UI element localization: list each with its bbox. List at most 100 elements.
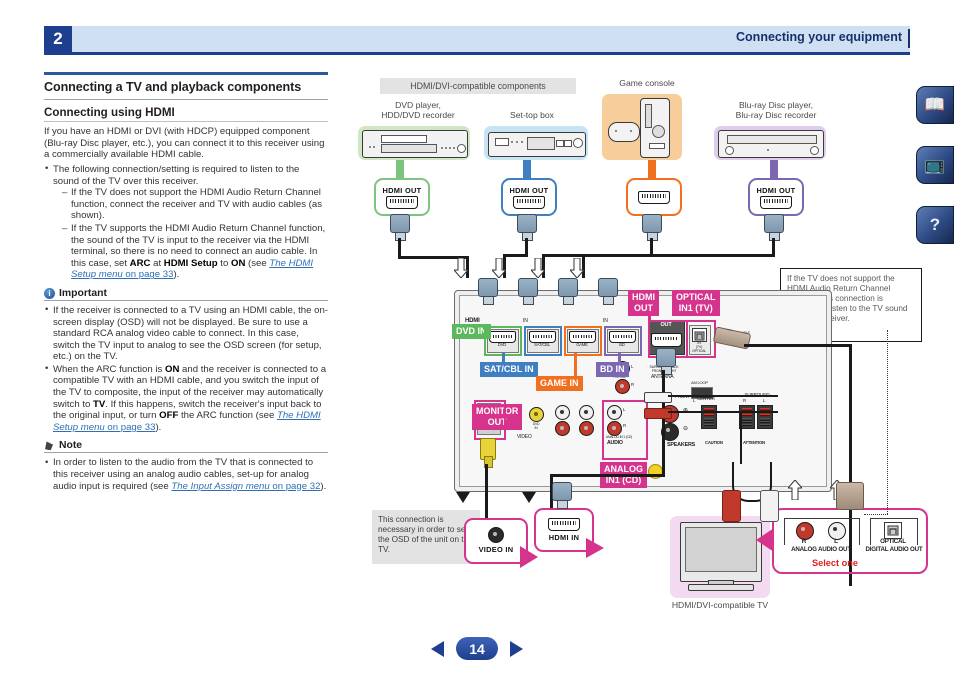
bullet-text: The following connection/setting is requ… — [53, 163, 300, 187]
stem — [648, 160, 656, 178]
callout-tv-hdmi-in: HDMI IN — [534, 508, 594, 552]
sidebar-item-manual[interactable]: 📖 — [916, 86, 954, 124]
audio-jack-r — [555, 421, 570, 436]
down-arrow-icon — [522, 492, 536, 503]
hdmi-plug — [517, 214, 537, 241]
note-heading: Note — [44, 440, 328, 451]
highlight-bd-port — [604, 326, 642, 356]
hdmi-plug — [478, 278, 498, 305]
hdmi-port-icon — [513, 195, 545, 209]
bold-arc: ARC — [129, 257, 151, 269]
insert-arrow-icon — [452, 257, 470, 279]
optical-plug-tv — [836, 482, 864, 510]
analog-cable — [668, 411, 778, 414]
panel-label-center: CENTER — [697, 396, 715, 401]
section-underline — [44, 99, 328, 101]
bold-on: ON — [230, 257, 246, 269]
hdmi-plug — [390, 214, 410, 241]
select-one-note: Select one — [812, 558, 858, 568]
device-game-console — [640, 98, 670, 158]
intro-paragraph: If you have an HDMI or DVI (with HDCP) e… — [44, 126, 325, 161]
tv-caption: HDMI/DVI-compatible TV — [671, 600, 769, 610]
connection-diagram: HDMI/DVI-compatible components DVD playe… — [336, 72, 928, 632]
remote-and-tv-icon: 📺 — [924, 155, 946, 174]
hdmi-plug — [598, 278, 618, 305]
speaker-minus-icon: ⊖ — [683, 426, 688, 432]
header-rule — [44, 52, 910, 55]
page-navigation: 14 — [0, 637, 954, 660]
panel-label-hdmi: HDMI — [465, 318, 480, 324]
panel-micro-l: L — [693, 398, 696, 403]
rca-plug-white — [644, 392, 672, 403]
hdmi-cable — [503, 254, 528, 257]
device-label-bluray: Blu-ray Disc player, Blu-ray Disc recorde… — [735, 100, 817, 120]
hdmi-plug — [642, 214, 662, 241]
panel-micro-r: R — [631, 382, 634, 387]
panel-label-in: IN — [603, 318, 608, 324]
page-title: Connecting your equipment — [736, 30, 902, 44]
next-page-button[interactable] — [510, 640, 523, 657]
highlight-satcbl-port — [524, 326, 562, 356]
important-list: If the receiver is connected to a TV usi… — [44, 304, 328, 434]
stem — [396, 160, 404, 178]
tv-device — [680, 522, 762, 582]
insert-arrow-icon — [786, 479, 804, 501]
down-arrow-icon — [456, 492, 470, 503]
section-title: Connecting a TV and playback components — [44, 80, 302, 94]
tag-stem — [502, 353, 505, 363]
hdmi-port-icon — [386, 195, 418, 209]
label-optical: OPTICAL — [880, 538, 906, 545]
callout-tv-video-in: VIDEO IN — [464, 518, 528, 564]
insert-arrow-icon — [568, 257, 586, 279]
video-jack — [529, 407, 544, 422]
page-number: 14 — [456, 637, 498, 660]
device-label-settop: Set-top box — [510, 110, 554, 120]
note-rule — [44, 452, 328, 454]
tag-satcbl-in: SAT/CBL IN — [480, 362, 538, 377]
callout-pointer — [756, 528, 774, 552]
panel-micro-l: L — [763, 398, 766, 403]
tag-stem — [618, 353, 621, 363]
header-end-tick — [908, 29, 910, 48]
label-digital-audio-out: DIGITAL AUDIO OUT — [865, 546, 923, 553]
highlight-analog-in-port — [602, 400, 648, 460]
list-item: If the TV does not support the HDMI Audi… — [62, 187, 328, 222]
bold-on: ON — [164, 363, 180, 375]
link-input-assign-menu[interactable]: The Input Assign menu on page 32 — [171, 481, 320, 492]
rca-plug-white-tv — [760, 490, 779, 522]
analog-cable — [668, 395, 778, 398]
analog-cable — [740, 412, 743, 464]
device-settop — [488, 132, 586, 157]
hdmi-cable — [398, 238, 401, 258]
prev-page-button[interactable] — [431, 640, 444, 657]
panel-label-attention: ATTENTION — [743, 440, 765, 445]
sidebar-item-remote[interactable]: 📺 — [916, 146, 954, 184]
optical-cable — [744, 344, 852, 347]
tag-bd-in: BD IN — [596, 362, 629, 377]
panel-label-amloop: AM LOOP — [691, 380, 708, 385]
tag-hdmi-out: HDMI OUT — [628, 290, 659, 316]
device-bluray — [718, 130, 824, 158]
tag-game-in: GAME IN — [536, 376, 583, 391]
dash-list: If the TV does not support the HDMI Audi… — [62, 187, 328, 281]
tv-screen — [685, 527, 757, 572]
dash-text: If the TV does not support the HDMI Audi… — [71, 187, 323, 222]
bullet-list-1: The following connection/setting is requ… — [44, 163, 328, 281]
preout-jack-r — [615, 379, 630, 394]
article-body: Connecting a TV and playback components … — [44, 72, 328, 493]
bold-tv: TV — [93, 398, 106, 410]
hdmi-plug-tv — [552, 482, 572, 509]
question-mark-icon: ? — [929, 215, 941, 234]
rca-plug-red-tv — [722, 490, 741, 522]
hdmi-cable-to-tv — [550, 474, 665, 477]
callout-hdmi-out-settop: HDMI OUT — [501, 178, 557, 216]
insert-arrow-icon — [529, 257, 547, 279]
leader-line-arc-h — [864, 514, 888, 515]
section-rule — [44, 72, 328, 75]
leader-line-arc — [887, 330, 888, 514]
panel-label-caution: CAUTION — [705, 440, 723, 445]
highlight-monitor-out-port — [474, 400, 506, 440]
hdmi-plug — [764, 214, 784, 241]
bold-off: OFF — [159, 410, 179, 422]
sidebar-item-faq[interactable]: ? — [916, 206, 954, 244]
